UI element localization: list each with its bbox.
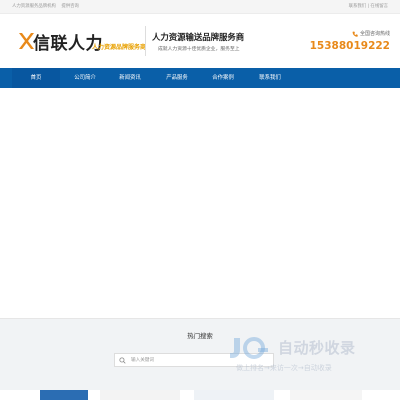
case-card-image[interactable] <box>194 390 274 400</box>
watermark-sub: 做上排名→来访一次→自动收录 <box>236 364 332 372</box>
header-divider <box>145 26 146 56</box>
site-logo[interactable]: 信联人力 人力资源品牌服务商 <box>18 31 147 59</box>
search-icon[interactable] <box>119 357 126 364</box>
top-bar-item[interactable]: 人力资源服务品牌机构 <box>12 4 56 9</box>
hero-banner <box>0 88 400 318</box>
header-subline: 成就人力资源十佳优质企业，服务至上 <box>158 47 240 52</box>
main-nav: 首页 公司简介 新闻资讯 产品服务 合作案例 联系我们 <box>0 68 400 88</box>
case-card-image[interactable] <box>100 390 180 400</box>
watermark: 自动秒收录 做上排名→来访一次→自动收录 <box>228 330 394 382</box>
phone-icon <box>352 31 358 37</box>
top-bar-left: 人力资源服务品牌机构 提供咨询 <box>12 3 83 9</box>
site-header: 信联人力 人力资源品牌服务商 人力资源输送品牌服务商 成就人力资源十佳优质企业，… <box>0 14 400 68</box>
case-card-image[interactable] <box>40 390 88 400</box>
phone-label: 全国咨询热线 <box>352 30 390 37</box>
header-tagline: 人力资源输送品牌服务商 <box>152 32 245 42</box>
logo-slogan: 人力资源品牌服务商 <box>92 44 147 51</box>
nav-item-contact[interactable]: 联系我们 <box>246 68 294 88</box>
nav-item-services[interactable]: 产品服务 <box>153 68 201 88</box>
top-bar-right[interactable]: 联系我们 | 在线留言 <box>349 3 388 9</box>
top-bar: 人力资源服务品牌机构 提供咨询 联系我们 | 在线留言 <box>0 0 400 14</box>
nav-item-home[interactable]: 首页 <box>12 68 60 88</box>
case-card-image[interactable] <box>290 390 362 400</box>
logo-x-icon <box>19 33 34 49</box>
top-bar-item[interactable]: 提供咨询 <box>61 4 79 9</box>
watermark-logo-icon <box>230 337 268 359</box>
watermark-brand: 自动秒收录 <box>278 339 356 357</box>
nav-item-news[interactable]: 新闻资讯 <box>106 68 154 88</box>
phone-number[interactable]: 15388019222 <box>310 40 390 52</box>
phone-label-text: 全国咨询热线 <box>359 31 390 37</box>
case-cards <box>0 390 400 400</box>
nav-item-cases[interactable]: 合作案例 <box>199 68 247 88</box>
nav-item-about[interactable]: 公司简介 <box>61 68 109 88</box>
